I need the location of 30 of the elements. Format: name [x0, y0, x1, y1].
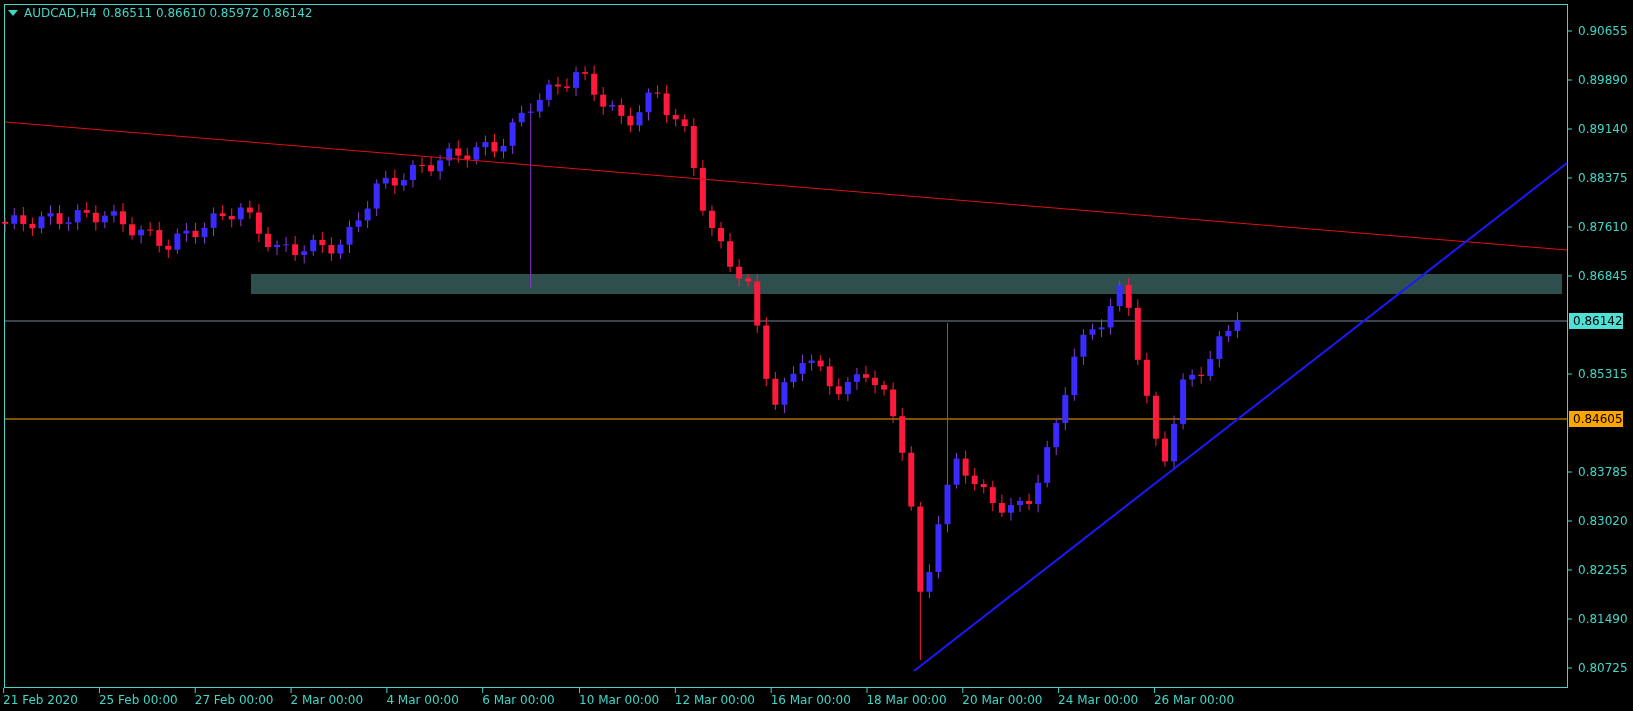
time-tick-label: 6 Mar 00:00	[482, 693, 555, 707]
time-tick-label: 20 Mar 00:00	[962, 693, 1043, 707]
price-tick-label: 0.81490	[1578, 612, 1628, 626]
time-tick-label: 24 Mar 00:00	[1058, 693, 1139, 707]
time-tick-label: 16 Mar 00:00	[770, 693, 851, 707]
time-tick-label: 27 Feb 00:00	[194, 693, 274, 707]
symbol-label: AUDCAD,H4	[24, 6, 97, 20]
price-label: 0.84605	[1569, 411, 1623, 427]
time-tick-label: 10 Mar 00:00	[579, 693, 660, 707]
price-tick-label: 0.85315	[1578, 367, 1628, 381]
price-tick-label: 0.80725	[1578, 661, 1628, 675]
time-tick-label: 18 Mar 00:00	[866, 693, 947, 707]
time-tick-label: 12 Mar 00:00	[674, 693, 755, 707]
time-tick-label: 4 Mar 00:00	[386, 693, 459, 707]
time-tick-label: 21 Feb 2020	[3, 693, 78, 707]
price-tick-label: 0.90655	[1578, 24, 1628, 38]
price-tick-label: 0.86845	[1578, 269, 1628, 283]
time-tick-label: 25 Feb 00:00	[98, 693, 178, 707]
price-tick-label: 0.88375	[1578, 171, 1628, 185]
price-tick-label: 0.83785	[1578, 465, 1628, 479]
time-tick-label: 2 Mar 00:00	[290, 693, 364, 707]
price-tick-label: 0.89890	[1578, 73, 1628, 87]
time-tick-label: 26 Mar 00:00	[1153, 693, 1235, 707]
price-label: 0.86142	[1569, 313, 1623, 329]
price-tick-label: 0.82255	[1578, 563, 1628, 577]
ohlc-values: 0.86511 0.86610 0.85972 0.86142	[102, 6, 313, 20]
price-tick-label: 0.89140	[1578, 122, 1628, 136]
triangle-icon[interactable]	[8, 10, 18, 16]
price-tick-label: 0.83020	[1578, 514, 1628, 528]
price-tick-label: 0.87610	[1578, 220, 1628, 234]
